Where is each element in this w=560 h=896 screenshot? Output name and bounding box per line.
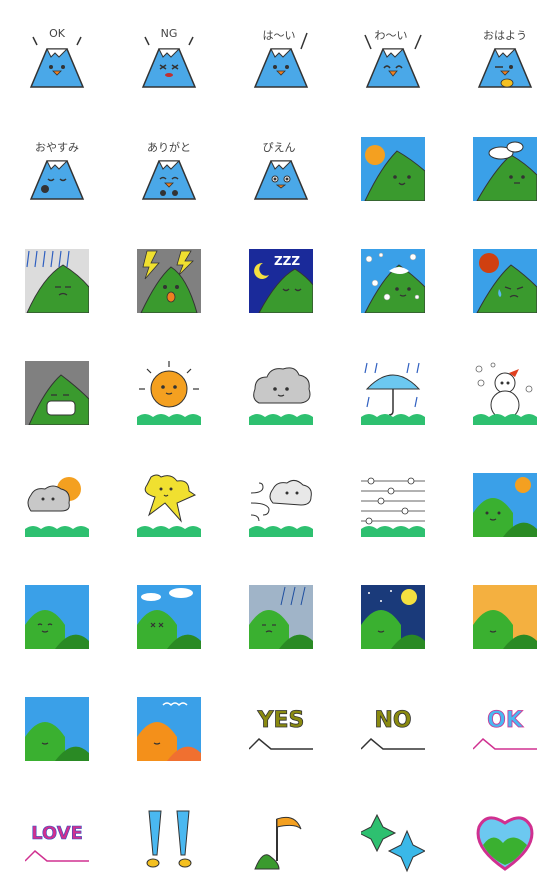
sticker-text: おやすみ [35,141,79,154]
sticker-fuji-pien[interactable]: ぴえん [249,137,313,201]
no-text: NO [374,708,411,733]
sticker-text: NG [161,27,178,40]
sticker-wind-cloud[interactable] [249,473,313,537]
sticker-text: ありがと [147,140,191,154]
sticker-no-word[interactable]: NO [361,697,425,761]
sticker-mountain-hot[interactable] [473,249,537,313]
sticker-fuji-oyasumi[interactable]: おやすみ [25,137,89,201]
sticker-green-hills-rain[interactable] [249,585,313,649]
sticker-fuji-ohayou[interactable]: おはよう [473,25,537,89]
yes-text: YES [257,708,305,733]
sticker-mountain-cloudtop[interactable] [473,137,537,201]
sticker-text: OK [49,27,66,40]
sticker-heart-hills[interactable] [473,809,537,873]
sticker-love-word[interactable]: LOVE [25,809,89,873]
ok-text: OK [487,708,524,733]
sticker-text: おはよう [483,29,527,42]
sticker-cloud-sun[interactable] [25,473,89,537]
sticker-mountain-sleep-night[interactable]: ZZZ [249,249,313,313]
sticker-cloud-face[interactable] [249,361,313,425]
sticker-sun-face[interactable] [137,361,201,425]
sticker-exclamation-legs[interactable] [137,809,201,873]
emoji-sticker-grid: OK NG は〜い わ〜い おはよう おやすみ ありがと ぴえん ZZZ YES… [0,0,560,896]
sticker-mountain-rain[interactable] [25,249,89,313]
sticker-text: は〜い [263,29,296,42]
sticker-mountain-sunny[interactable] [361,137,425,201]
sticker-text: わ〜い [375,29,408,42]
sticker-green-hills-sunset[interactable] [473,585,537,649]
sticker-ok-word[interactable]: OK [473,697,537,761]
sticker-yes-word[interactable]: YES [249,697,313,761]
sticker-fuji-ng[interactable]: NG [137,25,201,89]
sticker-fuji-waai[interactable]: わ〜い [361,25,425,89]
sticker-mountain-snow[interactable] [361,249,425,313]
sticker-mountain-thunder[interactable] [137,249,201,313]
sticker-snowman[interactable] [473,361,537,425]
sticker-green-hills-sun[interactable] [473,473,537,537]
sticker-blizzard[interactable] [361,473,425,537]
sticker-fuji-arigato[interactable]: ありがと [137,137,201,201]
sticker-umbrella-rain[interactable] [361,361,425,425]
sticker-fuji-haai[interactable]: は〜い [249,25,313,89]
sticker-sparkle[interactable] [361,809,425,873]
sticker-green-hills-night[interactable] [361,585,425,649]
sticker-green-hills-plain[interactable] [25,697,89,761]
sticker-text: ぴえん [263,141,296,154]
sticker-green-hills-smile[interactable] [25,585,89,649]
zzz-text: ZZZ [274,254,300,268]
sticker-green-hills-clouds[interactable] [137,585,201,649]
sticker-fuji-ok[interactable]: OK [25,25,89,89]
sticker-lightning-face[interactable] [137,473,201,537]
sticker-music-note[interactable] [249,809,313,873]
love-text: LOVE [31,823,83,844]
sticker-mountain-mask[interactable] [25,361,89,425]
sticker-orange-hills[interactable] [137,697,201,761]
